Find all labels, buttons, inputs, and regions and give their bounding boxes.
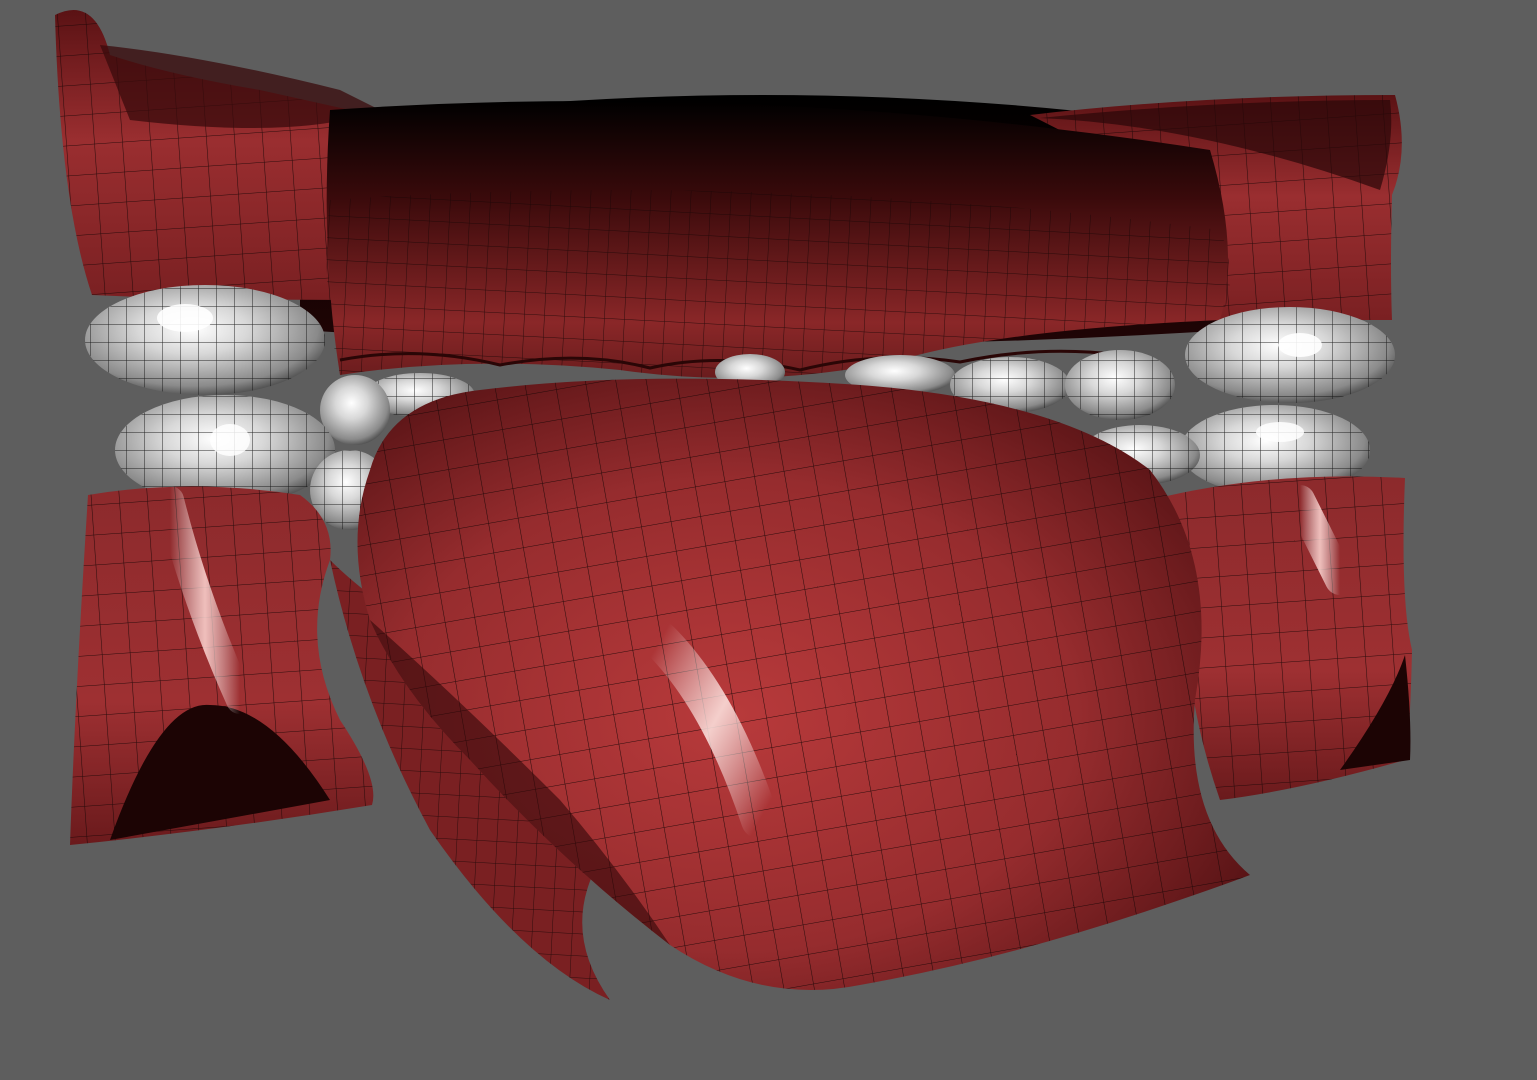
model-render (0, 0, 1537, 1080)
3d-viewport[interactable] (0, 0, 1537, 1080)
